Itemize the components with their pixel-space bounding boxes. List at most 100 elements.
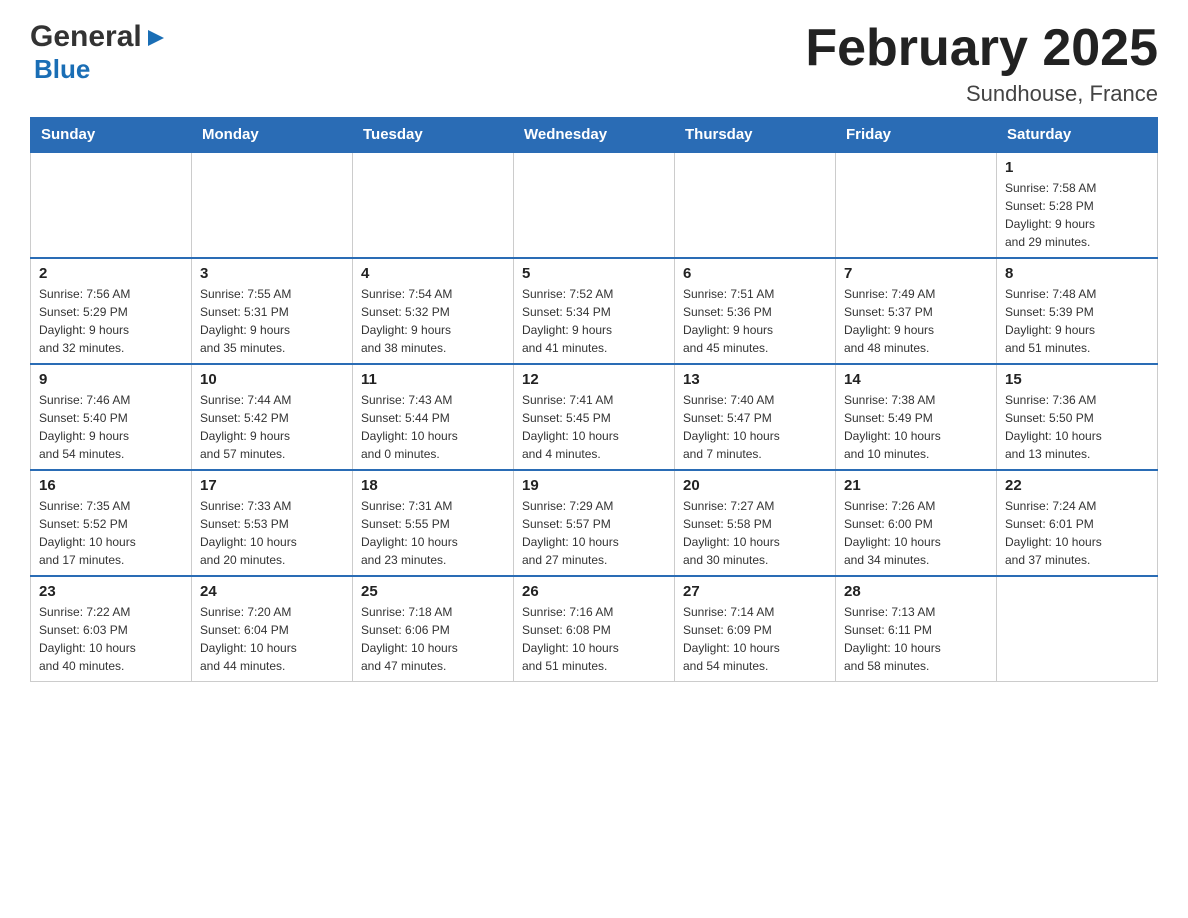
calendar-cell: 5 Sunrise: 7:52 AM Sunset: 5:34 PM Daylig… [514, 258, 675, 364]
day-info: Sunrise: 7:43 AM Sunset: 5:44 PM Dayligh… [361, 391, 505, 463]
calendar-cell: 20 Sunrise: 7:27 AM Sunset: 5:58 PM Dayli… [675, 470, 836, 576]
logo-general: General [30, 20, 142, 54]
calendar-table: SundayMondayTuesdayWednesdayThursdayFrid… [30, 117, 1158, 682]
page-header: General Blue February 2025 Sundhouse, Fr… [30, 20, 1158, 107]
calendar-header-tuesday: Tuesday [353, 118, 514, 153]
calendar-cell: 11 Sunrise: 7:43 AM Sunset: 5:44 PM Dayli… [353, 364, 514, 470]
day-number: 22 [1005, 477, 1149, 494]
calendar-cell: 7 Sunrise: 7:49 AM Sunset: 5:37 PM Daylig… [836, 258, 997, 364]
calendar-week-4: 16 Sunrise: 7:35 AM Sunset: 5:52 PM Dayli… [31, 470, 1158, 576]
day-number: 11 [361, 371, 505, 388]
day-number: 27 [683, 583, 827, 600]
calendar-cell: 28 Sunrise: 7:13 AM Sunset: 6:11 PM Dayli… [836, 576, 997, 682]
day-number: 10 [200, 371, 344, 388]
title-area: February 2025 Sundhouse, France [805, 20, 1158, 107]
calendar-cell: 26 Sunrise: 7:16 AM Sunset: 6:08 PM Dayli… [514, 576, 675, 682]
day-number: 15 [1005, 371, 1149, 388]
day-info: Sunrise: 7:33 AM Sunset: 5:53 PM Dayligh… [200, 497, 344, 569]
calendar-header-monday: Monday [192, 118, 353, 153]
day-info: Sunrise: 7:56 AM Sunset: 5:29 PM Dayligh… [39, 285, 183, 357]
day-info: Sunrise: 7:58 AM Sunset: 5:28 PM Dayligh… [1005, 179, 1149, 251]
day-number: 17 [200, 477, 344, 494]
day-info: Sunrise: 7:20 AM Sunset: 6:04 PM Dayligh… [200, 603, 344, 675]
day-info: Sunrise: 7:27 AM Sunset: 5:58 PM Dayligh… [683, 497, 827, 569]
calendar-cell: 13 Sunrise: 7:40 AM Sunset: 5:47 PM Dayli… [675, 364, 836, 470]
calendar-cell: 15 Sunrise: 7:36 AM Sunset: 5:50 PM Dayli… [997, 364, 1158, 470]
calendar-cell: 2 Sunrise: 7:56 AM Sunset: 5:29 PM Daylig… [31, 258, 192, 364]
calendar-cell: 19 Sunrise: 7:29 AM Sunset: 5:57 PM Dayli… [514, 470, 675, 576]
calendar-cell: 9 Sunrise: 7:46 AM Sunset: 5:40 PM Daylig… [31, 364, 192, 470]
day-number: 4 [361, 265, 505, 282]
calendar-cell: 8 Sunrise: 7:48 AM Sunset: 5:39 PM Daylig… [997, 258, 1158, 364]
day-info: Sunrise: 7:41 AM Sunset: 5:45 PM Dayligh… [522, 391, 666, 463]
calendar-cell: 18 Sunrise: 7:31 AM Sunset: 5:55 PM Dayli… [353, 470, 514, 576]
day-info: Sunrise: 7:36 AM Sunset: 5:50 PM Dayligh… [1005, 391, 1149, 463]
calendar-header-row: SundayMondayTuesdayWednesdayThursdayFrid… [31, 118, 1158, 153]
calendar-cell: 23 Sunrise: 7:22 AM Sunset: 6:03 PM Dayli… [31, 576, 192, 682]
calendar-header-wednesday: Wednesday [514, 118, 675, 153]
day-info: Sunrise: 7:26 AM Sunset: 6:00 PM Dayligh… [844, 497, 988, 569]
day-number: 7 [844, 265, 988, 282]
day-number: 13 [683, 371, 827, 388]
calendar-week-3: 9 Sunrise: 7:46 AM Sunset: 5:40 PM Daylig… [31, 364, 1158, 470]
logo-blue: Blue [34, 54, 90, 84]
day-info: Sunrise: 7:46 AM Sunset: 5:40 PM Dayligh… [39, 391, 183, 463]
day-number: 19 [522, 477, 666, 494]
calendar-cell: 27 Sunrise: 7:14 AM Sunset: 6:09 PM Dayli… [675, 576, 836, 682]
calendar-header-thursday: Thursday [675, 118, 836, 153]
day-info: Sunrise: 7:38 AM Sunset: 5:49 PM Dayligh… [844, 391, 988, 463]
day-info: Sunrise: 7:49 AM Sunset: 5:37 PM Dayligh… [844, 285, 988, 357]
day-info: Sunrise: 7:14 AM Sunset: 6:09 PM Dayligh… [683, 603, 827, 675]
day-number: 12 [522, 371, 666, 388]
calendar-cell [997, 576, 1158, 682]
day-info: Sunrise: 7:22 AM Sunset: 6:03 PM Dayligh… [39, 603, 183, 675]
day-info: Sunrise: 7:44 AM Sunset: 5:42 PM Dayligh… [200, 391, 344, 463]
day-number: 18 [361, 477, 505, 494]
calendar-cell [514, 152, 675, 258]
day-number: 26 [522, 583, 666, 600]
day-number: 24 [200, 583, 344, 600]
calendar-header-saturday: Saturday [997, 118, 1158, 153]
day-info: Sunrise: 7:24 AM Sunset: 6:01 PM Dayligh… [1005, 497, 1149, 569]
calendar-cell [836, 152, 997, 258]
day-number: 23 [39, 583, 183, 600]
day-info: Sunrise: 7:40 AM Sunset: 5:47 PM Dayligh… [683, 391, 827, 463]
calendar-cell: 1 Sunrise: 7:58 AM Sunset: 5:28 PM Daylig… [997, 152, 1158, 258]
day-info: Sunrise: 7:35 AM Sunset: 5:52 PM Dayligh… [39, 497, 183, 569]
calendar-cell: 3Sunrise: 7:55 AM Sunset: 5:31 PM Daylig… [192, 258, 353, 364]
day-info: Sunrise: 7:48 AM Sunset: 5:39 PM Dayligh… [1005, 285, 1149, 357]
calendar-cell: 10 Sunrise: 7:44 AM Sunset: 5:42 PM Dayli… [192, 364, 353, 470]
day-info: Sunrise: 7:18 AM Sunset: 6:06 PM Dayligh… [361, 603, 505, 675]
calendar-cell: 14Sunrise: 7:38 AM Sunset: 5:49 PM Dayli… [836, 364, 997, 470]
day-info: Sunrise: 7:31 AM Sunset: 5:55 PM Dayligh… [361, 497, 505, 569]
calendar-cell: 22 Sunrise: 7:24 AM Sunset: 6:01 PM Dayli… [997, 470, 1158, 576]
day-number: 20 [683, 477, 827, 494]
day-number: 3 [200, 265, 344, 282]
day-info: Sunrise: 7:16 AM Sunset: 6:08 PM Dayligh… [522, 603, 666, 675]
calendar-cell: 12 Sunrise: 7:41 AM Sunset: 5:45 PM Dayli… [514, 364, 675, 470]
day-info: Sunrise: 7:13 AM Sunset: 6:11 PM Dayligh… [844, 603, 988, 675]
calendar-cell [675, 152, 836, 258]
day-info: Sunrise: 7:29 AM Sunset: 5:57 PM Dayligh… [522, 497, 666, 569]
day-number: 6 [683, 265, 827, 282]
day-number: 9 [39, 371, 183, 388]
calendar-header-sunday: Sunday [31, 118, 192, 153]
calendar-cell [192, 152, 353, 258]
calendar-cell: 24 Sunrise: 7:20 AM Sunset: 6:04 PM Dayli… [192, 576, 353, 682]
calendar-header-friday: Friday [836, 118, 997, 153]
calendar-week-5: 23 Sunrise: 7:22 AM Sunset: 6:03 PM Dayli… [31, 576, 1158, 682]
day-number: 16 [39, 477, 183, 494]
day-number: 8 [1005, 265, 1149, 282]
day-number: 5 [522, 265, 666, 282]
calendar-cell: 17 Sunrise: 7:33 AM Sunset: 5:53 PM Dayli… [192, 470, 353, 576]
calendar-cell: 25Sunrise: 7:18 AM Sunset: 6:06 PM Dayli… [353, 576, 514, 682]
calendar-cell: 6 Sunrise: 7:51 AM Sunset: 5:36 PM Daylig… [675, 258, 836, 364]
day-number: 21 [844, 477, 988, 494]
day-info: Sunrise: 7:51 AM Sunset: 5:36 PM Dayligh… [683, 285, 827, 357]
calendar-cell: 4Sunrise: 7:54 AM Sunset: 5:32 PM Daylig… [353, 258, 514, 364]
day-info: Sunrise: 7:52 AM Sunset: 5:34 PM Dayligh… [522, 285, 666, 357]
day-number: 28 [844, 583, 988, 600]
day-number: 2 [39, 265, 183, 282]
day-number: 1 [1005, 159, 1149, 176]
logo-arrow-icon [144, 27, 166, 49]
